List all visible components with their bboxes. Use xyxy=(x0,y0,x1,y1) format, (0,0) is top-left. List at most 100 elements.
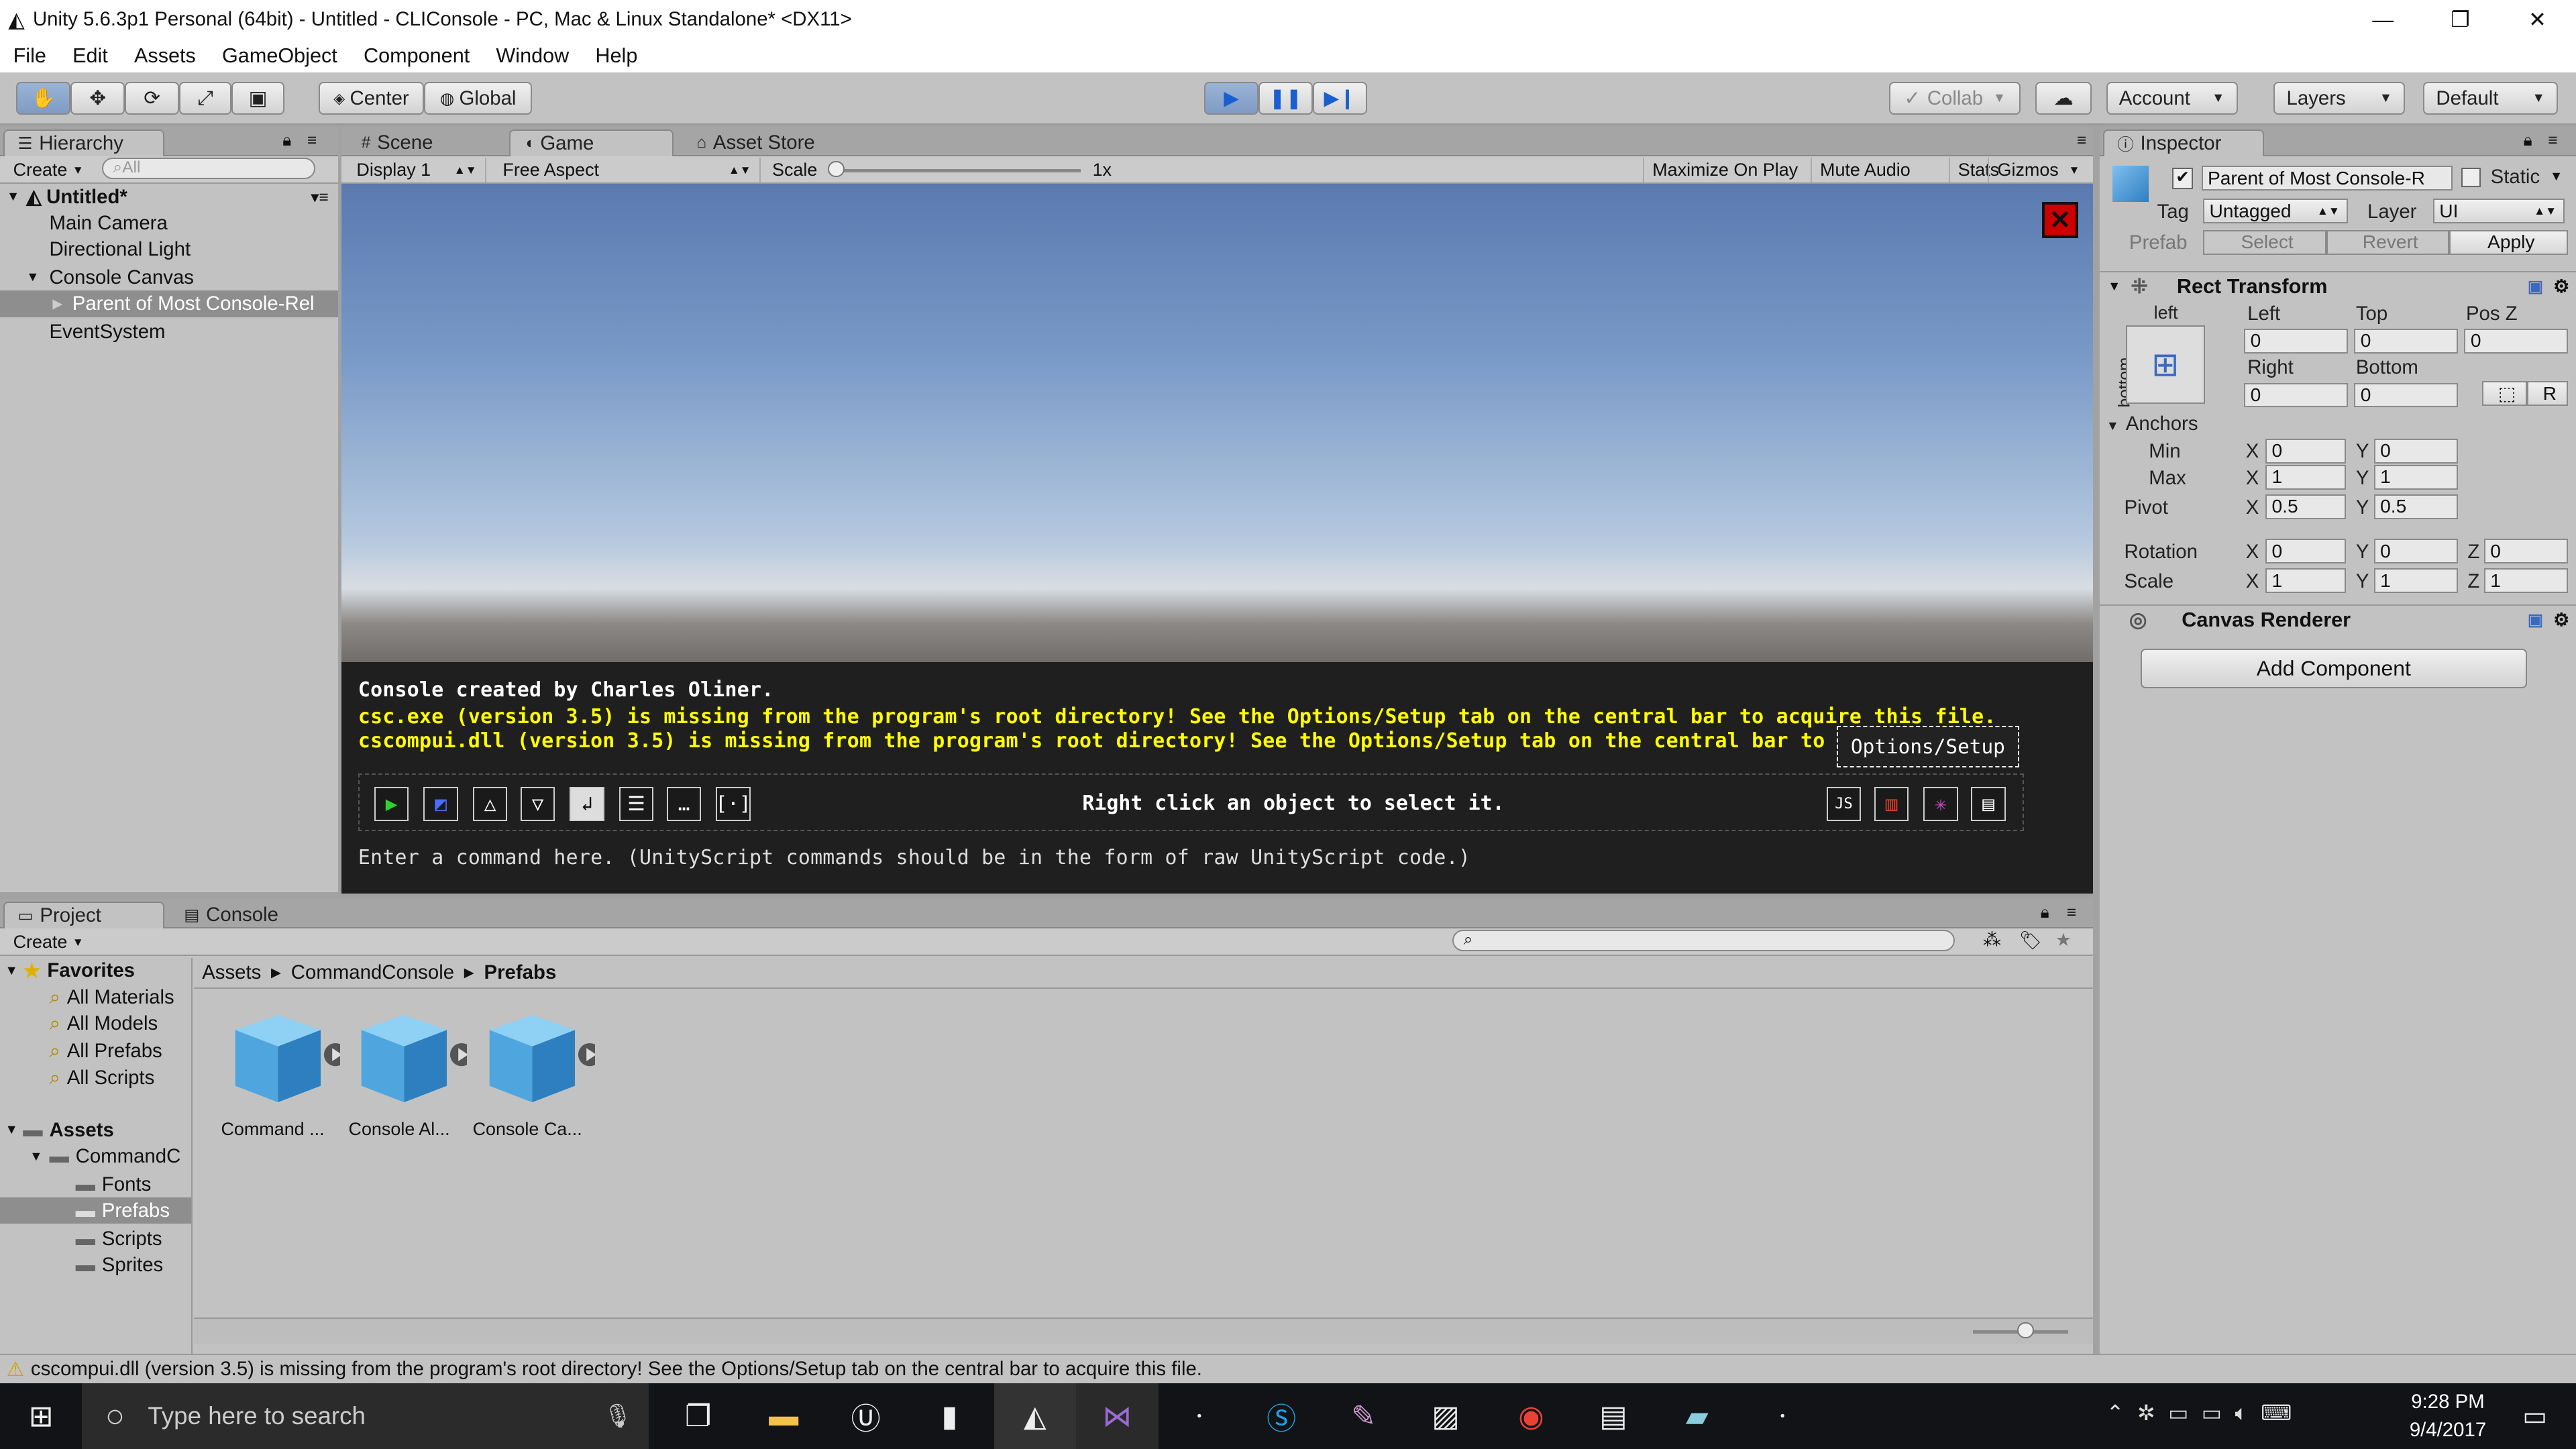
favorite-item[interactable]: ⌕ All Prefabs xyxy=(0,1038,191,1065)
help-icon[interactable]: ▣ xyxy=(2528,610,2543,630)
rect-transform-header[interactable]: ▼ ⁜ Rect Transform ▣ ⚙ xyxy=(2099,271,2576,301)
step-button[interactable]: ▶❙ xyxy=(1312,82,1367,115)
pivot-global-button[interactable]: ◍ Global xyxy=(423,82,533,115)
lock-icon[interactable]: 🔒︎ xyxy=(2041,904,2049,922)
rotation-z-field[interactable]: 0 xyxy=(2483,539,2568,564)
maximize-on-play-toggle[interactable]: Maximize On Play xyxy=(1642,158,1806,182)
visual-studio-icon[interactable]: ⋈ xyxy=(1076,1383,1159,1449)
layers-dropdown[interactable]: Layers ▼ xyxy=(2273,82,2406,115)
posz-field[interactable]: 0 xyxy=(2464,328,2568,354)
prefab-apply-button[interactable]: Apply xyxy=(2449,229,2568,255)
expand-arrow-icon[interactable]: ▼ xyxy=(2108,279,2131,294)
tab-console[interactable]: ▤ Console xyxy=(171,902,335,928)
expand-arrow-icon[interactable]: ▼ xyxy=(0,1122,23,1138)
rotation-x-field[interactable]: 0 xyxy=(2265,539,2347,564)
menu-assets[interactable]: Assets xyxy=(121,44,209,68)
system-tray-icons[interactable]: ⌃✲▭▭🔈︎⌨ xyxy=(2106,1400,2305,1426)
favorite-item[interactable]: ⌕ All Scripts xyxy=(0,1065,191,1091)
static-dropdown-icon[interactable]: ▼ xyxy=(2550,169,2563,184)
triangle-down-icon[interactable]: ▽ xyxy=(520,786,555,822)
hierarchy-item[interactable]: ▼ Console Canvas xyxy=(0,264,338,290)
enter-icon[interactable]: ↲ xyxy=(570,786,604,822)
edit-icon[interactable]: ◩ xyxy=(423,786,458,822)
rotate-tool-icon[interactable]: ⟳ xyxy=(125,82,179,115)
cloud-icon[interactable]: ☁ xyxy=(2035,82,2092,115)
menu-window[interactable]: Window xyxy=(483,44,582,68)
prefab-select-button[interactable]: Select xyxy=(2203,229,2326,255)
prefab-asset[interactable]: Console Ca... xyxy=(470,1010,602,1140)
tab-inspector[interactable]: ⓘ Inspector xyxy=(2102,129,2264,156)
console-input[interactable]: Enter a command here. (UnityScript comma… xyxy=(358,846,1470,869)
scale-slider-handle[interactable] xyxy=(828,160,845,178)
static-checkbox[interactable] xyxy=(2461,167,2481,188)
object-name-field[interactable]: Parent of Most Console-R xyxy=(2201,166,2453,191)
skype-icon[interactable]: Ⓢ xyxy=(1240,1383,1322,1449)
icon-size-slider-handle[interactable] xyxy=(2017,1322,2034,1339)
breadcrumb-item[interactable]: Prefabs xyxy=(484,961,557,984)
label-icon[interactable]: 🏷︎ xyxy=(2019,930,2042,951)
task-view-icon[interactable]: ❐ xyxy=(657,1383,739,1449)
status-bar[interactable]: ⚠ cscompui.dll (version 3.5) is missing … xyxy=(0,1353,2576,1384)
pause-button[interactable]: ❚❚ xyxy=(1258,82,1313,115)
app-icon[interactable]: • xyxy=(1741,1383,1823,1449)
panel-menu-icon[interactable]: ≡ xyxy=(307,131,317,150)
prefab-asset[interactable]: Console Al... xyxy=(341,1010,474,1140)
terminal-icon[interactable]: ▮ xyxy=(908,1383,990,1449)
pivot-x-field[interactable]: 0.5 xyxy=(2265,494,2347,519)
project-search-input[interactable]: ⌕ xyxy=(1452,930,1955,951)
hierarchy-item[interactable]: Main Camera xyxy=(0,210,338,236)
anchor-min-x-field[interactable]: 0 xyxy=(2265,438,2347,464)
mute-audio-toggle[interactable]: Mute Audio xyxy=(1810,158,1919,182)
gizmos-dropdown[interactable]: Gizmos ▼ xyxy=(1988,158,2088,182)
folder-row-selected[interactable]: ▬ Prefabs xyxy=(0,1197,191,1224)
hierarchy-search-input[interactable]: ⌕All xyxy=(101,158,316,179)
panel-menu-icon[interactable]: ≡ xyxy=(2067,904,2076,922)
folder-row[interactable]: ▬ Fonts xyxy=(0,1171,191,1197)
folder-row[interactable]: ▬ Scripts xyxy=(0,1226,191,1252)
expand-arrow-icon[interactable]: ▼ xyxy=(0,189,26,205)
menu-gameobject[interactable]: GameObject xyxy=(209,44,350,68)
folder-row[interactable]: ▼ ▬ CommandC xyxy=(0,1143,191,1169)
bracket-icon[interactable]: [·] xyxy=(715,786,751,822)
favorite-item[interactable]: ⌕ All Materials xyxy=(0,984,191,1010)
file-manager-icon[interactable]: ▤ xyxy=(1572,1383,1654,1449)
color-icon[interactable]: ✳ xyxy=(1923,786,1958,822)
scale-z-field[interactable]: 1 xyxy=(2483,568,2568,594)
canvas-renderer-header[interactable]: ◎ Canvas Renderer ▣ ⚙ xyxy=(2099,604,2576,634)
unreal-engine-icon[interactable]: Ⓤ xyxy=(824,1383,906,1449)
taskbar-search-input[interactable]: ○ Type here to search 🎙︎ xyxy=(82,1383,649,1449)
layout-dropdown[interactable]: Default ▼ xyxy=(2423,82,2559,115)
expand-arrow-icon[interactable]: ▼ xyxy=(26,270,49,285)
bottom-field[interactable]: 0 xyxy=(2354,382,2458,408)
menu-file[interactable]: File xyxy=(0,44,59,68)
pivot-y-field[interactable]: 0.5 xyxy=(2373,494,2458,519)
gear-icon[interactable]: ⚙ xyxy=(2553,276,2569,297)
panel-menu-icon[interactable]: ≡ xyxy=(2077,131,2086,150)
favorites-row[interactable]: ▼ ★ Favorites xyxy=(0,958,191,984)
scale-x-field[interactable]: 1 xyxy=(2265,568,2347,594)
expand-arrow-icon[interactable]: ▼ xyxy=(2106,419,2119,433)
rotation-y-field[interactable]: 0 xyxy=(2373,539,2458,564)
scale-slider[interactable] xyxy=(831,169,1081,173)
chrome-icon[interactable]: ◉ xyxy=(1490,1383,1572,1449)
pivot-center-button[interactable]: ◈ Center xyxy=(319,82,424,115)
scene-menu-icon[interactable]: ▾≡ xyxy=(311,187,329,207)
expand-arrow-icon[interactable]: ▼ xyxy=(30,1149,49,1165)
scene-root[interactable]: ▼ ◭ Untitled* ▾≡ xyxy=(0,184,338,210)
tab-game[interactable]: ◖ Game xyxy=(509,129,674,156)
hand-tool-icon[interactable]: ✋ xyxy=(16,82,71,115)
breadcrumb-item[interactable]: Assets xyxy=(202,961,261,984)
top-field[interactable]: 0 xyxy=(2354,328,2458,354)
filter-type-icon[interactable]: ⁂ xyxy=(1983,930,2001,951)
notifications-icon[interactable]: ▭ xyxy=(2494,1383,2576,1449)
gear-icon[interactable]: ⚙ xyxy=(2553,610,2569,631)
collab-button[interactable]: ✓ Collab ▼ xyxy=(1889,82,2021,115)
scale-y-field[interactable]: 1 xyxy=(2373,568,2458,594)
windows-start-icon[interactable]: ⊞ xyxy=(0,1383,82,1449)
anchors-row[interactable]: ▼ Anchors xyxy=(2106,413,2198,435)
paint-icon[interactable]: ✎ xyxy=(1322,1383,1404,1449)
menu-help[interactable]: Help xyxy=(582,44,651,68)
expand-arrow-icon[interactable]: ▼ xyxy=(0,963,23,979)
left-field[interactable]: 0 xyxy=(2244,328,2348,354)
notepad-icon[interactable]: ▰ xyxy=(1656,1383,1738,1449)
